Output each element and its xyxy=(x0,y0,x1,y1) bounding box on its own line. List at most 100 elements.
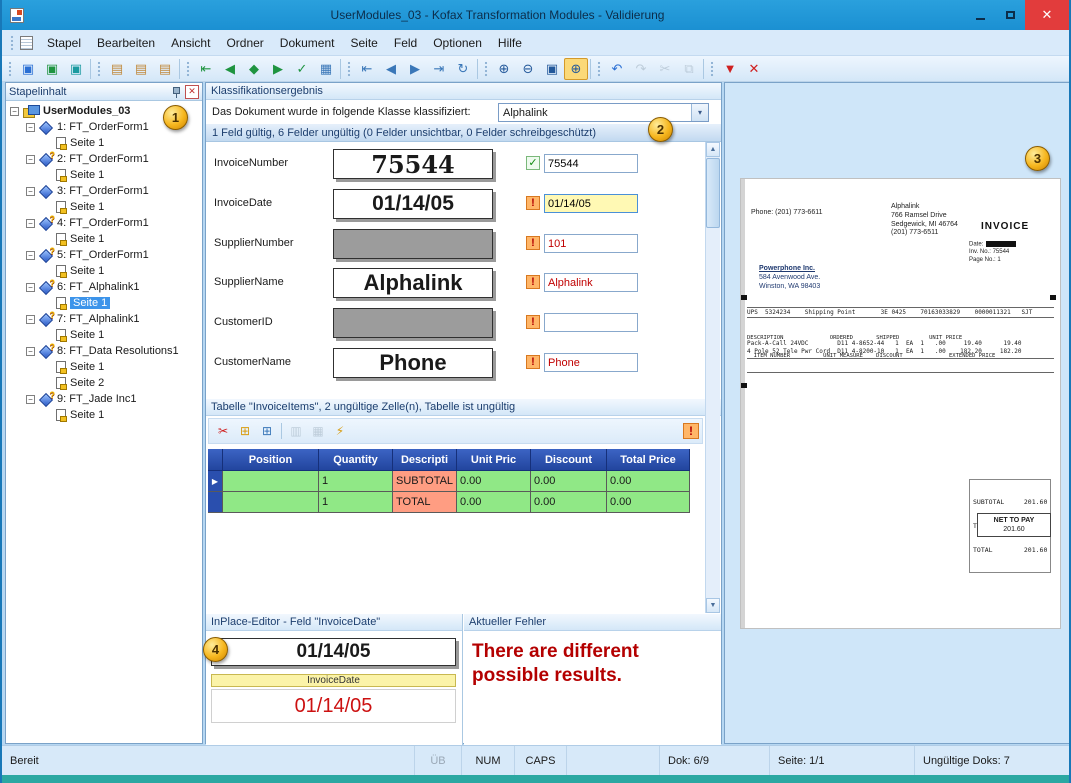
folder-contents-button[interactable]: ▤ xyxy=(153,58,177,80)
tree-doc-3[interactable]: −3: FT_OrderForm1 xyxy=(6,183,202,199)
expander-icon[interactable]: − xyxy=(10,107,19,116)
toolbar-grip[interactable] xyxy=(186,61,190,77)
redo-button[interactable]: ↷ xyxy=(629,58,653,80)
document-image[interactable]: Phone: (201) 773-6611 Alphalink 766 Rams… xyxy=(740,178,1061,629)
menu-dokument[interactable]: Dokument xyxy=(272,32,343,54)
close-button[interactable]: ✕ xyxy=(1025,0,1069,30)
expander-icon[interactable]: − xyxy=(26,187,35,196)
column-header-description[interactable]: Descripti xyxy=(393,449,457,471)
tree-doc-6[interactable]: −6: FT_Alphalink1 xyxy=(6,279,202,295)
toolbar-grip[interactable] xyxy=(97,61,101,77)
column-header-discount[interactable]: Discount xyxy=(531,449,607,471)
tree-doc-8[interactable]: −8: FT_Data Resolutions1 xyxy=(6,343,202,359)
expander-icon[interactable]: − xyxy=(26,315,35,324)
next-page-button[interactable]: ▶ xyxy=(403,58,427,80)
expander-icon[interactable]: − xyxy=(26,283,35,292)
zoom-in-button[interactable]: ⊕ xyxy=(492,58,516,80)
tree-doc-4[interactable]: −4: FT_OrderForm1 xyxy=(6,215,202,231)
show-field-form-button[interactable]: ▦ xyxy=(314,58,338,80)
maximize-button[interactable] xyxy=(995,0,1025,30)
menu-ordner[interactable]: Ordner xyxy=(218,32,271,54)
field-input-customername[interactable] xyxy=(544,353,638,372)
insert-row-button[interactable]: ⊞ xyxy=(256,421,278,441)
scroll-up-icon[interactable]: ▲ xyxy=(706,142,720,157)
expander-icon[interactable]: − xyxy=(26,395,35,404)
open-batch-button[interactable]: ▣ xyxy=(16,58,40,80)
delete-rows-button[interactable]: ✂ xyxy=(212,421,234,441)
cell-description[interactable]: TOTAL xyxy=(393,492,457,513)
expander-icon[interactable]: − xyxy=(26,219,35,228)
toolbar-grip[interactable] xyxy=(347,61,351,77)
undo-button[interactable]: ↶ xyxy=(605,58,629,80)
cell-position[interactable] xyxy=(223,471,319,492)
minimize-button[interactable] xyxy=(965,0,995,30)
open-folder-button[interactable]: ▤ xyxy=(129,58,153,80)
vertical-scrollbar[interactable]: ▲ ▼ xyxy=(705,142,720,613)
reject-field-button[interactable]: ▼ xyxy=(718,58,742,80)
chevron-down-icon[interactable]: ▾ xyxy=(691,104,708,121)
cell-position[interactable] xyxy=(223,492,319,513)
menu-feld[interactable]: Feld xyxy=(386,32,425,54)
tree-page[interactable]: Seite 1 xyxy=(6,231,202,247)
tree-doc-5[interactable]: −5: FT_OrderForm1 xyxy=(6,247,202,263)
menubar-grip[interactable] xyxy=(10,35,14,51)
first-invalid-field-button[interactable]: ⇤ xyxy=(194,58,218,80)
scroll-down-icon[interactable]: ▼ xyxy=(706,598,720,613)
cell-description[interactable]: SUBTOTAL xyxy=(393,471,457,492)
expander-icon[interactable]: − xyxy=(26,155,35,164)
parent-folder-button[interactable]: ▤ xyxy=(105,58,129,80)
expander-icon[interactable]: − xyxy=(26,123,35,132)
cell-unitprice[interactable]: 0.00 xyxy=(457,471,531,492)
toolbar-grip[interactable] xyxy=(8,61,12,77)
tree-doc-2[interactable]: −2: FT_OrderForm1 xyxy=(6,151,202,167)
tree-page[interactable]: Seite 2 xyxy=(6,375,202,391)
column-header-totalprice[interactable]: Total Price xyxy=(607,449,690,471)
tree-page-selected[interactable]: Seite 1 xyxy=(6,295,202,311)
prev-page-button[interactable]: ◀ xyxy=(379,58,403,80)
row-selector[interactable]: ▶ xyxy=(208,471,223,492)
revalidate-table-button[interactable]: ⚡ xyxy=(329,421,351,441)
merge-cells-button[interactable]: ▥ xyxy=(285,421,307,441)
tree-page[interactable]: Seite 1 xyxy=(6,199,202,215)
field-input-suppliernumber[interactable] xyxy=(544,234,638,253)
tree-page[interactable]: Seite 1 xyxy=(6,327,202,343)
field-input-invoicenumber[interactable] xyxy=(544,154,638,173)
next-invalid-field-button[interactable]: ▶ xyxy=(266,58,290,80)
tree-doc-7[interactable]: −7: FT_Alphalink1 xyxy=(6,311,202,327)
tree-page[interactable]: Seite 1 xyxy=(6,263,202,279)
panel-close-icon[interactable]: ✕ xyxy=(185,85,199,99)
inplace-field-value[interactable]: 01/14/05 xyxy=(211,689,456,723)
column-header-unitprice[interactable]: Unit Pric xyxy=(457,449,531,471)
tree-page[interactable]: Seite 1 xyxy=(6,167,202,183)
row-selector[interactable] xyxy=(208,492,223,513)
cell-totalprice[interactable]: 0.00 xyxy=(607,471,690,492)
close-batch-button[interactable]: ▣ xyxy=(40,58,64,80)
menu-bearbeiten[interactable]: Bearbeiten xyxy=(89,32,163,54)
expander-icon[interactable]: − xyxy=(26,251,35,260)
toolbar-grip[interactable] xyxy=(710,61,714,77)
menu-seite[interactable]: Seite xyxy=(343,32,386,54)
expander-icon[interactable]: − xyxy=(26,347,35,356)
zoom-out-button[interactable]: ⊖ xyxy=(516,58,540,80)
toolbar-grip[interactable] xyxy=(484,61,488,77)
suspend-batch-button[interactable]: ▣ xyxy=(64,58,88,80)
rotate-page-button[interactable]: ↻ xyxy=(451,58,475,80)
class-combobox[interactable]: Alphalink ▾ xyxy=(498,103,709,122)
scrollbar-thumb[interactable] xyxy=(706,158,720,228)
menu-optionen[interactable]: Optionen xyxy=(425,32,490,54)
zoom-selection-button[interactable]: ⊕ xyxy=(564,58,588,80)
column-header-quantity[interactable]: Quantity xyxy=(319,449,393,471)
cell-discount[interactable]: 0.00 xyxy=(531,471,607,492)
app-icon[interactable] xyxy=(10,8,24,23)
last-page-button[interactable]: ⇥ xyxy=(427,58,451,80)
field-input-suppliername[interactable] xyxy=(544,273,638,292)
toolbar-grip[interactable] xyxy=(597,61,601,77)
tree-page[interactable]: Seite 1 xyxy=(6,407,202,423)
goto-field-button[interactable]: ◆ xyxy=(242,58,266,80)
pin-icon[interactable] xyxy=(170,86,182,98)
delete-document-button[interactable]: ✕ xyxy=(742,58,766,80)
fit-page-button[interactable]: ▣ xyxy=(540,58,564,80)
menu-ansicht[interactable]: Ansicht xyxy=(163,32,218,54)
menu-hilfe[interactable]: Hilfe xyxy=(490,32,530,54)
tree-page[interactable]: Seite 1 xyxy=(6,359,202,375)
